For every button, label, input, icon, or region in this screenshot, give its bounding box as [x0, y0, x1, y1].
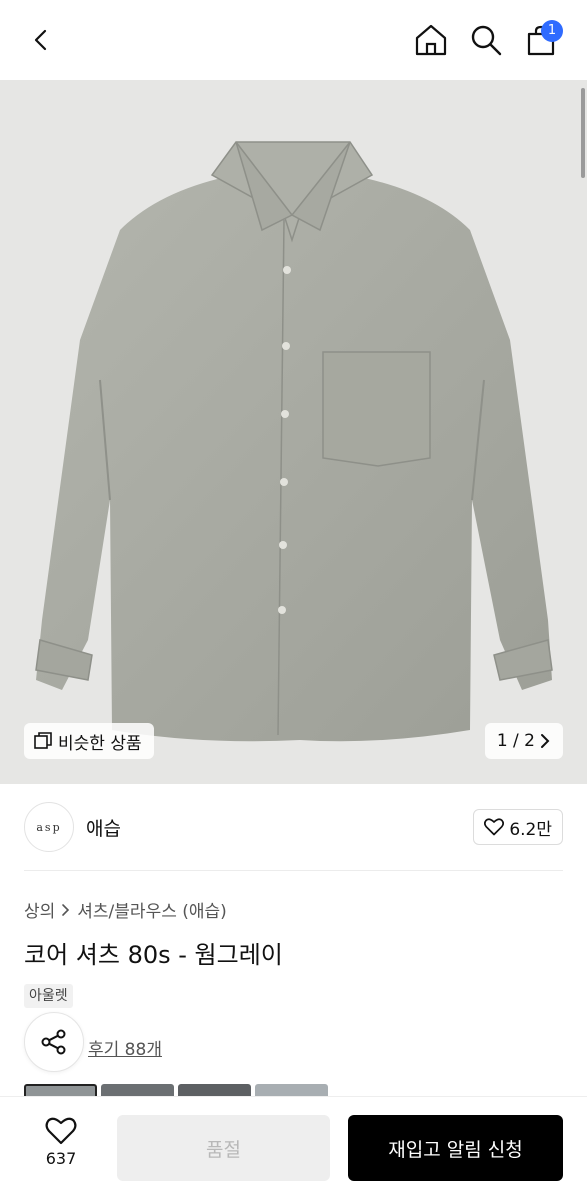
image-page-indicator[interactable]: 1 / 2: [484, 723, 563, 759]
color-option-thumbnails: [24, 1084, 328, 1096]
search-button[interactable]: [464, 18, 508, 62]
chevron-left-icon: [34, 29, 47, 51]
brand-like-button[interactable]: 6.2만: [473, 809, 563, 845]
back-button[interactable]: [20, 18, 64, 62]
color-option-thumbnail[interactable]: [101, 1084, 174, 1096]
color-option-thumbnail[interactable]: [178, 1084, 251, 1096]
breadcrumb-subcategory[interactable]: 셔츠/블라우스 (애습): [77, 897, 227, 922]
soldout-label: 품절: [206, 1138, 241, 1161]
image-page-counter: 1 / 2: [496, 731, 535, 751]
product-title: 코어 셔츠 80s - 웜그레이: [24, 941, 283, 969]
restock-alert-label: 재입고 알림 신청: [388, 1138, 523, 1161]
chevron-right-icon: [541, 734, 550, 748]
cart-button[interactable]: 1: [519, 18, 563, 62]
divider: [24, 870, 563, 871]
share-icon: [41, 1029, 66, 1055]
review-count-link[interactable]: 후기 88개: [88, 1035, 162, 1060]
similar-products-button[interactable]: 비슷한 상품: [24, 723, 154, 759]
wishlist-count: 637: [45, 1149, 77, 1168]
copy-icon: [34, 732, 52, 749]
top-navigation-bar: 1: [0, 0, 587, 80]
brand-row: asp 애습 6.2만: [24, 802, 563, 852]
restock-alert-button[interactable]: 재입고 알림 신청: [348, 1115, 563, 1181]
home-icon: [415, 24, 447, 56]
share-button[interactable]: [24, 1012, 84, 1072]
color-option-thumbnail[interactable]: [255, 1084, 328, 1096]
heart-icon: [45, 1117, 77, 1145]
breadcrumb: 상의 셔츠/블라우스 (애습): [24, 897, 227, 922]
heart-icon: [484, 818, 505, 836]
soldout-button: 품절: [117, 1115, 330, 1181]
color-option-thumbnail[interactable]: [24, 1084, 97, 1096]
similar-products-label: 비슷한 상품: [58, 733, 142, 754]
brand-logo[interactable]: asp: [24, 802, 74, 852]
bottom-purchase-bar: 637 품절 재입고 알림 신청: [0, 1096, 587, 1200]
home-button[interactable]: [409, 18, 453, 62]
wishlist-button[interactable]: 637: [30, 1117, 92, 1177]
search-icon: [471, 25, 502, 56]
outlet-badge: 아울렛: [24, 984, 73, 1008]
product-image-carousel[interactable]: 비슷한 상품 1 / 2: [0, 80, 587, 784]
breadcrumb-category[interactable]: 상의: [24, 897, 55, 922]
page-scrollbar[interactable]: [581, 88, 585, 178]
chevron-right-icon: [62, 903, 70, 916]
brand-logo-text: asp: [36, 820, 62, 834]
cart-count-badge: 1: [541, 20, 563, 42]
brand-name[interactable]: 애습: [86, 814, 121, 841]
brand-like-count: 6.2만: [509, 819, 552, 840]
product-photo: [35, 141, 553, 742]
